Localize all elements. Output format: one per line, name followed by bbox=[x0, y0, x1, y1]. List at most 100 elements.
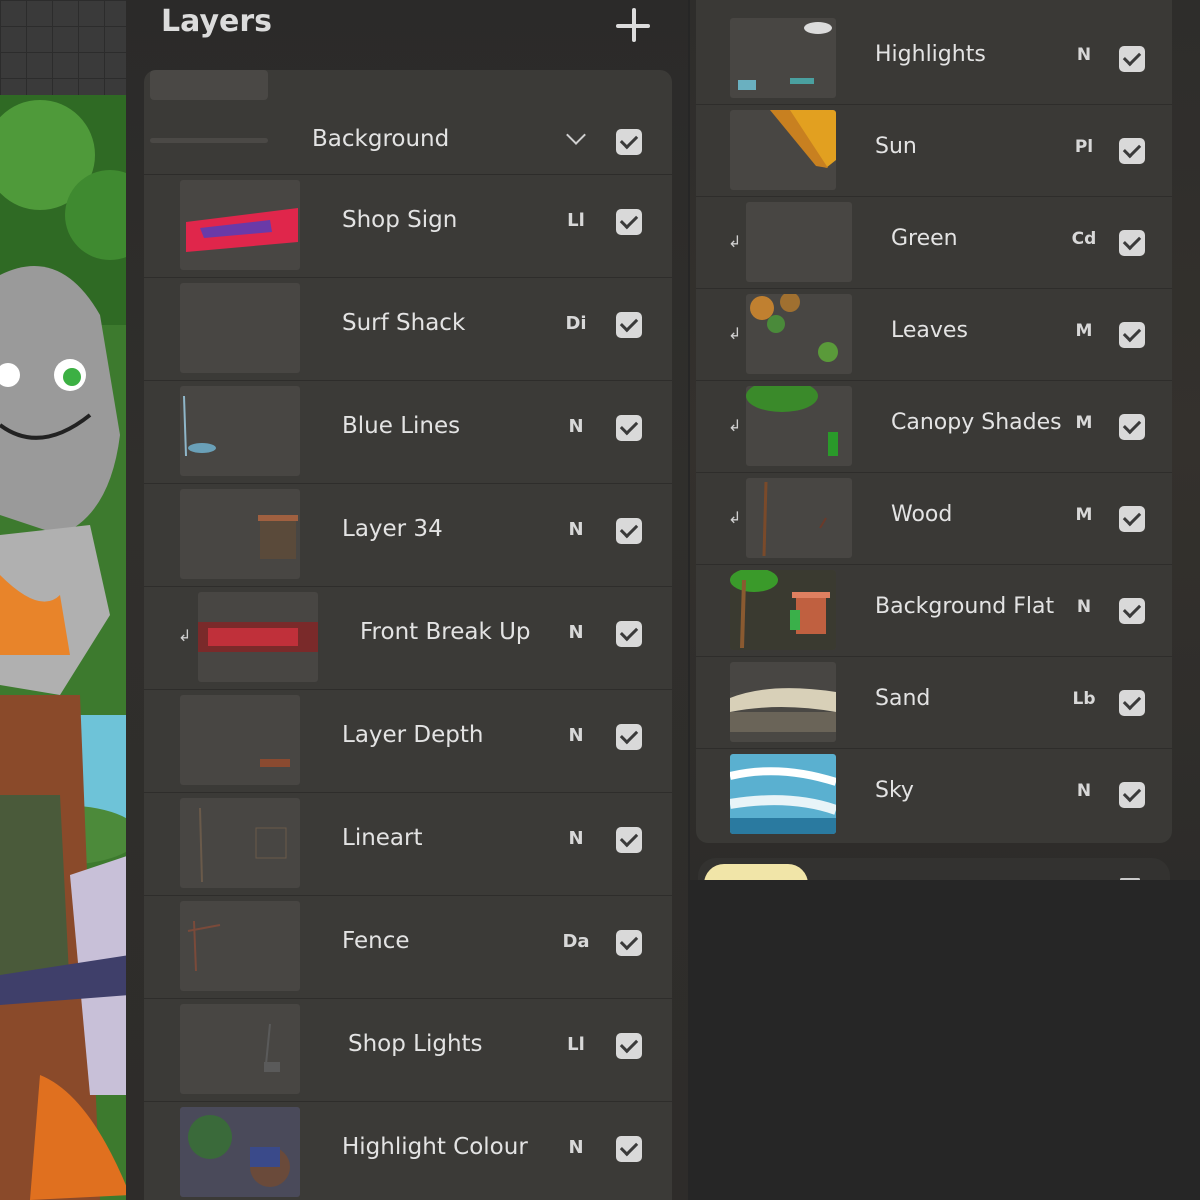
checkbox-checked-icon[interactable] bbox=[616, 312, 642, 338]
blend-mode[interactable]: Ll bbox=[556, 1034, 596, 1055]
layer-row[interactable]: Lineart N bbox=[144, 792, 672, 896]
layer-name: Blue Lines bbox=[342, 413, 461, 439]
layer-name: Highlight Colour bbox=[342, 1134, 528, 1160]
layer-row[interactable]: ↲ Wood M bbox=[696, 472, 1172, 565]
blend-mode[interactable]: N bbox=[556, 519, 596, 540]
layer-row[interactable]: Layer 34 N bbox=[144, 483, 672, 587]
clipping-mask-icon: ↲ bbox=[728, 508, 742, 527]
checkbox-checked-icon[interactable] bbox=[616, 724, 642, 750]
layer-name: Layer 34 bbox=[342, 516, 443, 542]
checkbox-checked-icon[interactable] bbox=[1119, 690, 1145, 716]
blend-mode[interactable]: Pl bbox=[1064, 137, 1104, 157]
blend-mode[interactable]: N bbox=[556, 828, 596, 849]
checkbox-checked-icon[interactable] bbox=[616, 129, 642, 155]
blend-mode[interactable]: N bbox=[556, 1137, 596, 1158]
layer-row[interactable]: Sand Lb bbox=[696, 656, 1172, 749]
blend-mode[interactable]: Cd bbox=[1064, 229, 1104, 249]
layer-row[interactable]: ↲ Front Break Up N bbox=[144, 586, 672, 690]
plus-icon[interactable] bbox=[614, 6, 654, 46]
layers-title: Layers bbox=[161, 4, 272, 39]
blend-mode[interactable]: M bbox=[1064, 505, 1104, 525]
layer-thumbnail bbox=[746, 478, 852, 558]
checkbox-checked-icon[interactable] bbox=[616, 209, 642, 235]
layer-name: Front Break Up bbox=[360, 619, 531, 645]
blend-mode[interactable]: N bbox=[1064, 781, 1104, 801]
layer-row[interactable]: Blue Lines N bbox=[144, 380, 672, 484]
checkbox-checked-icon[interactable] bbox=[616, 1033, 642, 1059]
layer-thumbnail bbox=[730, 18, 836, 98]
layer-thumbnail-preview bbox=[150, 70, 268, 100]
layer-thumbnail bbox=[180, 489, 300, 579]
layers-list[interactable]: Highlights N Sun Pl ↲ Green Cd ↲ Leaves bbox=[696, 0, 1172, 843]
layer-name: Wood bbox=[891, 502, 953, 527]
layer-thumbnail bbox=[746, 386, 852, 466]
layer-row[interactable]: Highlight Colour N bbox=[144, 1101, 672, 1200]
layer-name: Sand bbox=[875, 686, 931, 711]
layer-name: Sky bbox=[875, 778, 914, 803]
layer-row[interactable]: Shop Sign Ll bbox=[144, 174, 672, 278]
layer-thumbnail bbox=[180, 283, 300, 373]
group-thumbnail bbox=[150, 138, 268, 143]
layer-thumbnail bbox=[180, 1107, 300, 1197]
artwork-preview bbox=[0, 95, 130, 1200]
layer-thumbnail bbox=[730, 110, 836, 190]
blend-mode[interactable]: Da bbox=[556, 931, 596, 952]
blend-mode[interactable]: N bbox=[556, 622, 596, 643]
blend-mode[interactable]: Lb bbox=[1064, 689, 1104, 709]
blend-mode[interactable]: N bbox=[556, 725, 596, 746]
layer-name: Background Flat bbox=[875, 594, 1055, 619]
layers-panel-continued: Highlights N Sun Pl ↲ Green Cd ↲ Leaves bbox=[690, 0, 1200, 880]
layer-thumbnail bbox=[730, 662, 836, 742]
layer-row[interactable]: Sun Pl bbox=[696, 104, 1172, 197]
blend-mode[interactable]: M bbox=[1064, 413, 1104, 433]
layer-row[interactable]: ↲ Green Cd bbox=[696, 196, 1172, 289]
layer-row[interactable]: Surf Shack Di bbox=[144, 277, 672, 381]
layer-name: Green bbox=[891, 226, 958, 251]
checkbox-checked-icon[interactable] bbox=[1119, 322, 1145, 348]
layer-row[interactable]: Layer Depth N bbox=[144, 689, 672, 793]
chevron-down-icon[interactable] bbox=[566, 125, 586, 145]
layer-name: Canopy Shades bbox=[891, 410, 1062, 435]
layer-thumbnail bbox=[746, 294, 852, 374]
layer-row[interactable]: Sky N bbox=[696, 748, 1172, 840]
layer-thumbnail bbox=[180, 180, 300, 270]
layer-row[interactable]: Background Flat N bbox=[696, 564, 1172, 657]
checkbox-checked-icon[interactable] bbox=[1119, 230, 1145, 256]
checkbox-checked-icon[interactable] bbox=[1119, 506, 1145, 532]
checkbox-checked-icon[interactable] bbox=[616, 930, 642, 956]
blend-mode[interactable]: N bbox=[1064, 45, 1104, 65]
empty-area bbox=[690, 880, 1200, 1200]
blend-mode[interactable]: N bbox=[1064, 597, 1104, 617]
blend-mode[interactable]: N bbox=[556, 416, 596, 437]
checkbox-checked-icon[interactable] bbox=[616, 827, 642, 853]
checkbox-checked-icon[interactable] bbox=[1119, 46, 1145, 72]
layer-row[interactable]: Shop Lights Ll bbox=[144, 998, 672, 1102]
layer-row[interactable]: Fence Da bbox=[144, 895, 672, 999]
blend-mode[interactable]: Ll bbox=[556, 210, 596, 231]
blend-mode[interactable]: Di bbox=[556, 313, 596, 334]
layer-name: Leaves bbox=[891, 318, 968, 343]
layer-thumbnail bbox=[198, 592, 318, 682]
checkbox-checked-icon[interactable] bbox=[1119, 138, 1145, 164]
layer-row[interactable]: Highlights N bbox=[696, 12, 1172, 105]
layer-row[interactable]: ↲ Leaves M bbox=[696, 288, 1172, 381]
layer-name: Layer Depth bbox=[342, 722, 484, 748]
layer-name: Lineart bbox=[342, 825, 423, 851]
checkbox-checked-icon[interactable] bbox=[616, 415, 642, 441]
background-color-row[interactable] bbox=[698, 858, 1170, 882]
checkbox-checked-icon[interactable] bbox=[616, 518, 642, 544]
layers-list[interactable]: Background Shop Sign Ll Surf Shack Di Bl… bbox=[144, 70, 672, 1200]
canvas-artwork[interactable] bbox=[0, 0, 130, 1200]
blend-mode[interactable]: M bbox=[1064, 321, 1104, 341]
checkbox-checked-icon[interactable] bbox=[1119, 598, 1145, 624]
layer-row[interactable]: ↲ Canopy Shades M bbox=[696, 380, 1172, 473]
checkbox-checked-icon[interactable] bbox=[1119, 782, 1145, 808]
checkbox-checked-icon[interactable] bbox=[616, 1136, 642, 1162]
layer-thumbnail bbox=[746, 202, 852, 282]
layer-thumbnail bbox=[180, 695, 300, 785]
checkbox-checked-icon[interactable] bbox=[616, 621, 642, 647]
checkbox-checked-icon[interactable] bbox=[1119, 414, 1145, 440]
layer-group-background[interactable]: Background bbox=[144, 108, 672, 175]
layer-name: Shop Lights bbox=[348, 1031, 483, 1057]
layer-thumbnail bbox=[730, 570, 836, 650]
